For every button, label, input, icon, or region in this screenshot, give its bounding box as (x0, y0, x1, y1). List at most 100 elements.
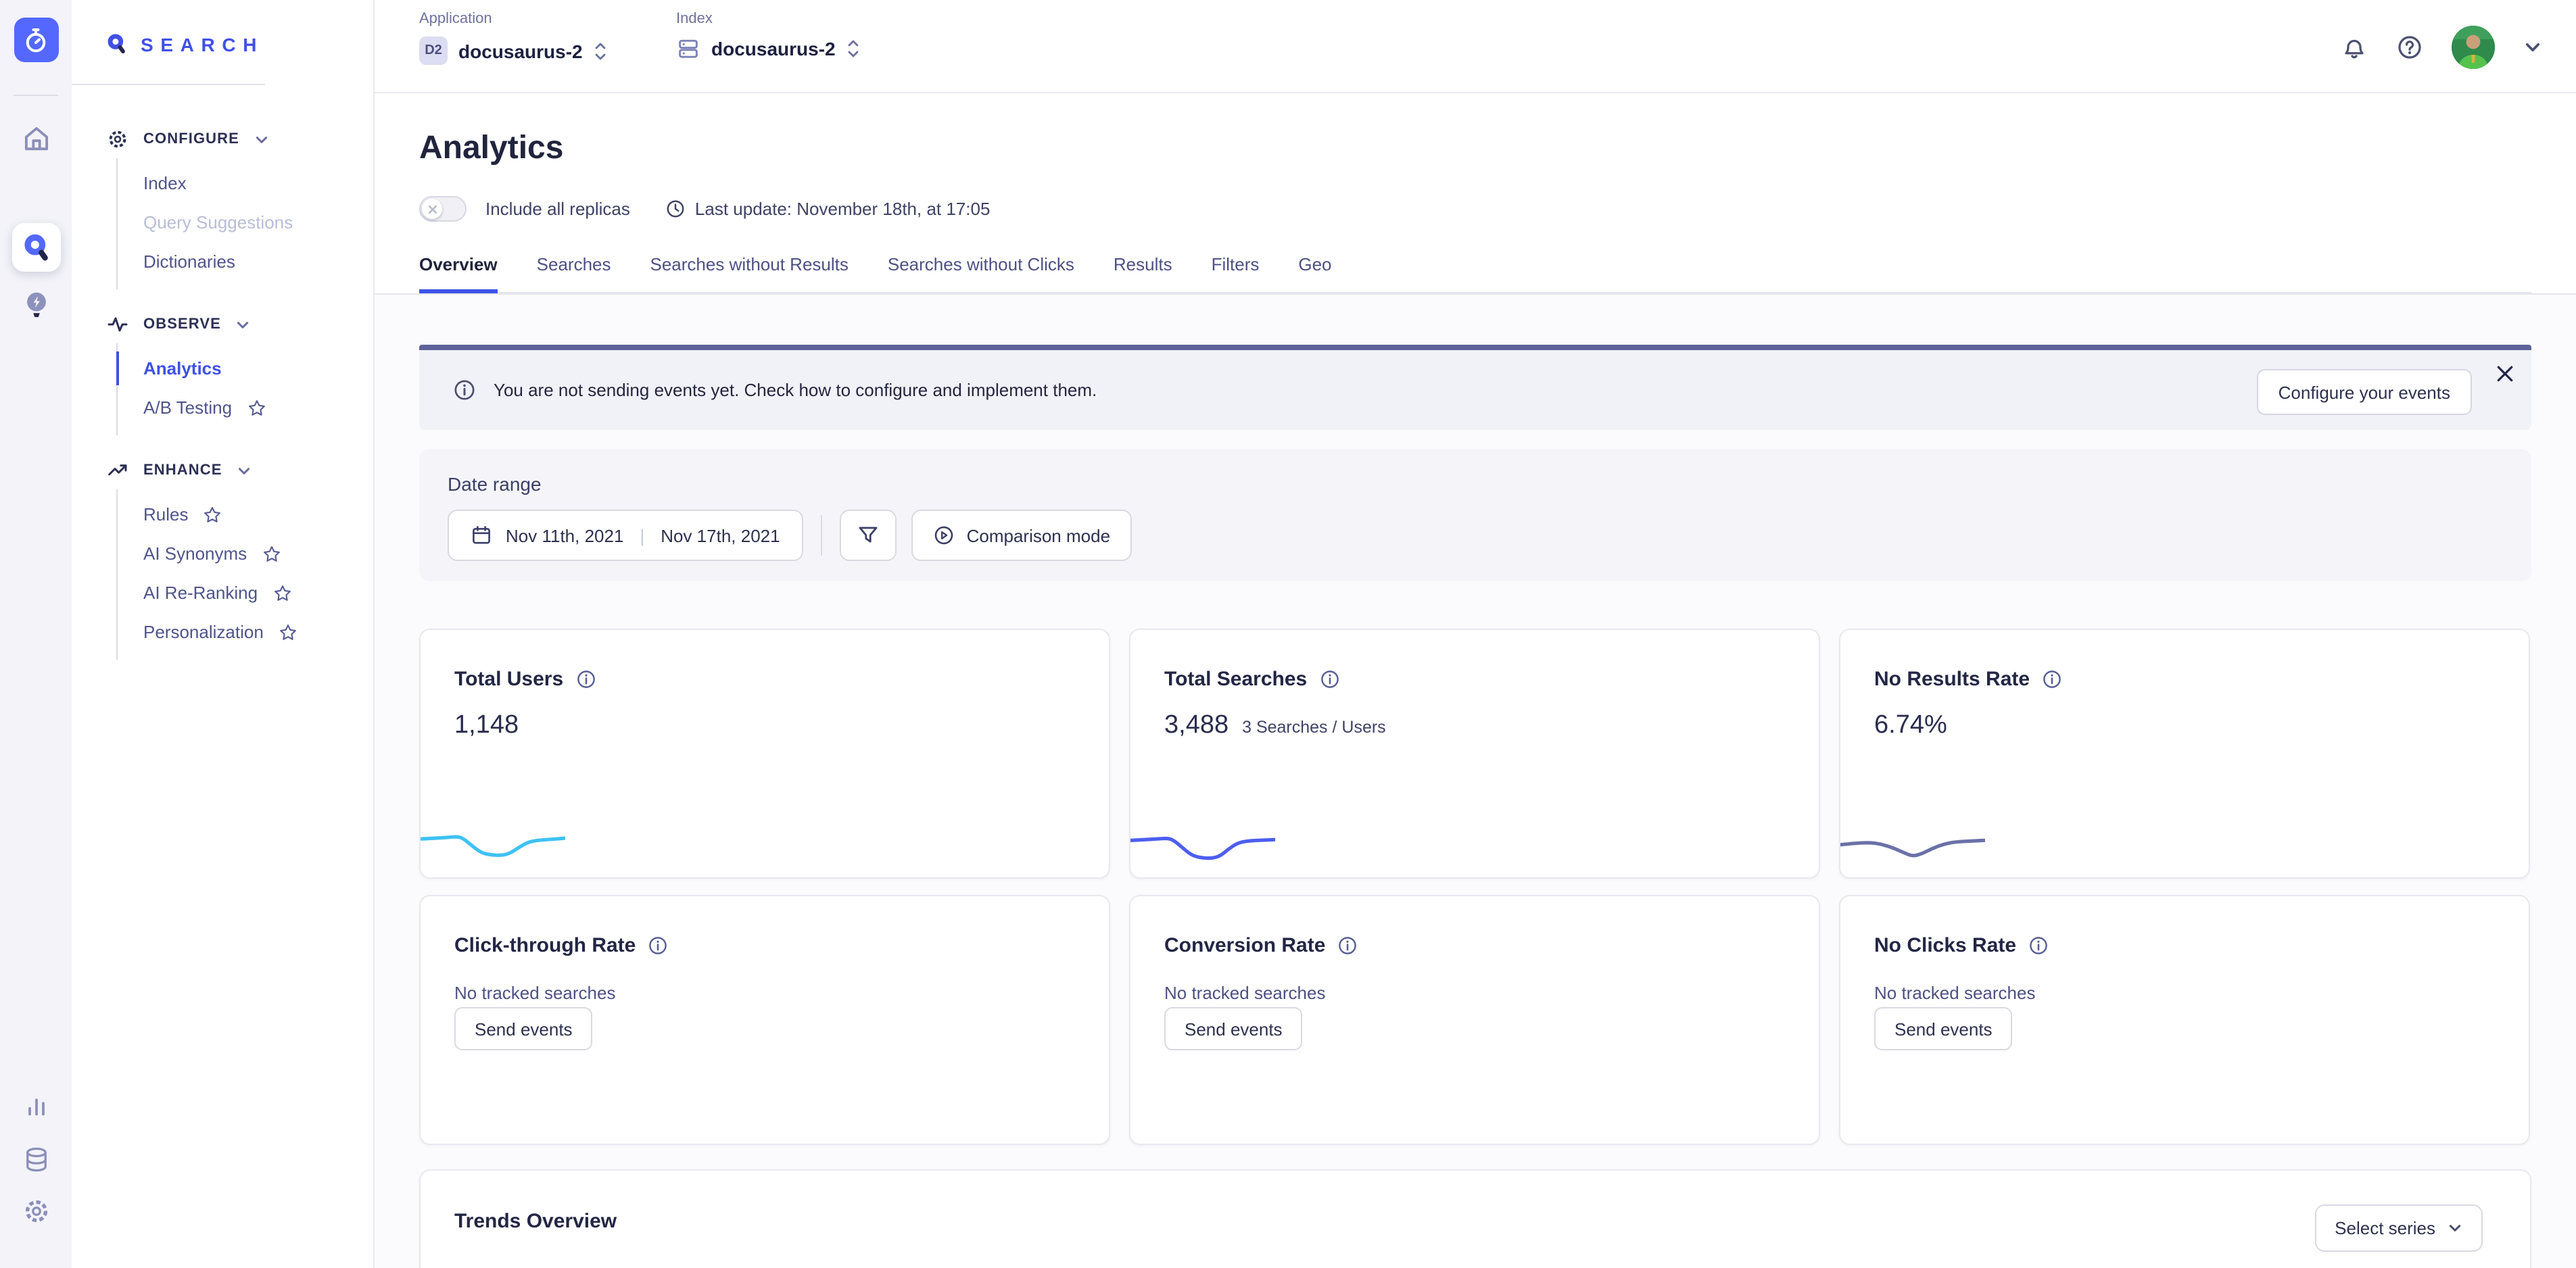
play-circle-icon (933, 525, 955, 546)
card-title: Click-through Rate (454, 934, 636, 957)
last-update: Last update: November 18th, at 17:05 (665, 199, 991, 219)
sidebar-nav: CONFIGURE Index Query Suggestions Dictio… (72, 85, 373, 660)
funnel-icon (857, 525, 879, 546)
gear-icon (107, 128, 128, 150)
settings-gear-icon[interactable] (20, 1195, 52, 1227)
card-click-through-rate: Click-through Rate No tracked searches S… (419, 895, 1110, 1145)
select-series-label: Select series (2335, 1218, 2435, 1238)
application-selector[interactable]: D2 docusaurus-2 (419, 36, 607, 65)
analytics-rail-icon[interactable] (20, 1090, 52, 1122)
application-value: docusaurus-2 (458, 40, 583, 62)
calendar-icon (471, 525, 492, 546)
controls-divider (821, 515, 822, 556)
nav-head-label: CONFIGURE (143, 131, 239, 147)
tab-bar: Overview Searches Searches without Resul… (419, 254, 2531, 293)
card-title: Total Users (454, 668, 563, 691)
info-icon[interactable] (1319, 669, 1339, 689)
app-logo-button[interactable] (14, 18, 58, 62)
info-icon[interactable] (2028, 935, 2049, 956)
main-area: Application D2 docusaurus-2 Index docusa… (375, 0, 2576, 1268)
info-icon[interactable] (2042, 669, 2062, 689)
nav-head-observe[interactable]: OBSERVE (107, 314, 373, 335)
brand-logo[interactable]: SEARCH (72, 0, 373, 55)
tab-searches-without-results[interactable]: Searches without Results (650, 254, 849, 292)
topbar-actions (2341, 0, 2542, 93)
account-chevron-down-icon[interactable] (2523, 37, 2542, 56)
card-value: 6.74% (1874, 711, 1947, 741)
activity-icon (107, 314, 128, 335)
toggle-knob (422, 199, 442, 219)
date-start: Nov 11th, 2021 (506, 525, 623, 545)
tab-searches-without-clicks[interactable]: Searches without Clicks (888, 254, 1074, 292)
user-avatar[interactable] (2452, 25, 2495, 68)
date-range-label: Date range (448, 473, 542, 495)
info-icon[interactable] (1337, 935, 1358, 956)
nav-section-enhance: ENHANCE Rules AI Synonyms AI R (107, 460, 373, 660)
database-icon[interactable] (20, 1144, 52, 1176)
date-separator: | (637, 525, 647, 545)
nav-head-configure[interactable]: CONFIGURE (107, 128, 373, 150)
info-icon (453, 379, 476, 401)
nav-section-configure: CONFIGURE Index Query Suggestions Dictio… (107, 128, 373, 289)
stats-row-2: Click-through Rate No tracked searches S… (419, 895, 2531, 1145)
send-events-button[interactable]: Send events (1874, 1007, 2013, 1050)
up-down-chevrons-icon (846, 38, 860, 59)
index-selector-group: Index docusaurus-2 (676, 11, 860, 61)
index-value: docusaurus-2 (711, 38, 836, 59)
banner-close-icon[interactable] (2494, 362, 2515, 384)
tab-geo[interactable]: Geo (1298, 254, 1331, 292)
include-replicas-toggle[interactable] (419, 196, 467, 222)
tab-filters[interactable]: Filters (1212, 254, 1260, 292)
no-results-rate-sparkline (1840, 826, 1984, 869)
trending-up-icon (107, 460, 128, 481)
up-down-chevrons-icon (594, 40, 607, 62)
info-icon[interactable] (575, 669, 596, 689)
filter-funnel-button[interactable] (840, 510, 897, 561)
tab-results[interactable]: Results (1114, 254, 1172, 292)
help-icon[interactable] (2396, 33, 2423, 60)
home-icon[interactable] (18, 122, 53, 157)
events-banner: You are not sending events yet. Check ho… (419, 345, 2531, 430)
trends-overview-card: Trends Overview Select series (419, 1169, 2531, 1268)
meta-row: Include all replicas Last update: Novemb… (419, 196, 990, 222)
topbar: Application D2 docusaurus-2 Index docusa… (375, 0, 2576, 93)
sidebar-item-dictionaries[interactable]: Dictionaries (143, 242, 373, 281)
index-label: Index (676, 11, 860, 27)
sidebar-item-rules[interactable]: Rules (143, 495, 373, 534)
search-nav-active[interactable] (11, 223, 60, 272)
card-conversion-rate: Conversion Rate No tracked searches Send… (1129, 895, 1820, 1145)
total-users-sparkline (421, 826, 565, 869)
tab-searches[interactable]: Searches (537, 254, 611, 292)
banner-message: You are not sending events yet. Check ho… (453, 350, 1097, 430)
sidebar-item-ai-re-ranking[interactable]: AI Re-Ranking (143, 573, 373, 612)
sidebar-item-index[interactable]: Index (143, 164, 373, 203)
empty-state-text: No tracked searches (454, 983, 615, 1003)
select-series-button[interactable]: Select series (2314, 1204, 2483, 1252)
card-title: No Results Rate (1874, 668, 2030, 691)
sidebar-item-query-suggestions[interactable]: Query Suggestions (143, 203, 373, 242)
send-events-button[interactable]: Send events (1164, 1007, 1303, 1050)
sidebar-item-ab-testing[interactable]: A/B Testing (143, 388, 373, 427)
info-icon[interactable] (648, 935, 668, 956)
bell-icon[interactable] (2341, 33, 2368, 60)
sidebar-item-personalization[interactable]: Personalization (143, 612, 373, 652)
date-range-picker[interactable]: Nov 11th, 2021 | Nov 17th, 2021 (448, 510, 803, 561)
application-badge: D2 (419, 36, 448, 65)
sidebar-item-ai-synonyms[interactable]: AI Synonyms (143, 534, 373, 573)
card-total-searches: Total Searches 3,488 3 Searches / Users (1129, 629, 1820, 879)
comparison-mode-button[interactable]: Comparison mode (911, 510, 1132, 561)
tab-overview[interactable]: Overview (419, 254, 498, 292)
nav-head-enhance[interactable]: ENHANCE (107, 460, 373, 481)
card-no-clicks-rate: No Clicks Rate No tracked searches Send … (1839, 895, 2530, 1145)
sidebar-item-analytics[interactable]: Analytics (143, 349, 373, 388)
trends-title: Trends Overview (454, 1210, 617, 1233)
configure-events-button[interactable]: Configure your events (2257, 369, 2472, 415)
star-icon (262, 544, 281, 563)
nav-head-label: OBSERVE (143, 316, 221, 333)
star-icon (279, 623, 297, 641)
recommend-icon[interactable] (18, 287, 53, 324)
send-events-button[interactable]: Send events (454, 1007, 593, 1050)
page-head: Analytics Include all replicas Last upda… (375, 93, 2576, 295)
chevron-down-icon (236, 317, 251, 332)
index-selector[interactable]: docusaurus-2 (676, 36, 860, 61)
